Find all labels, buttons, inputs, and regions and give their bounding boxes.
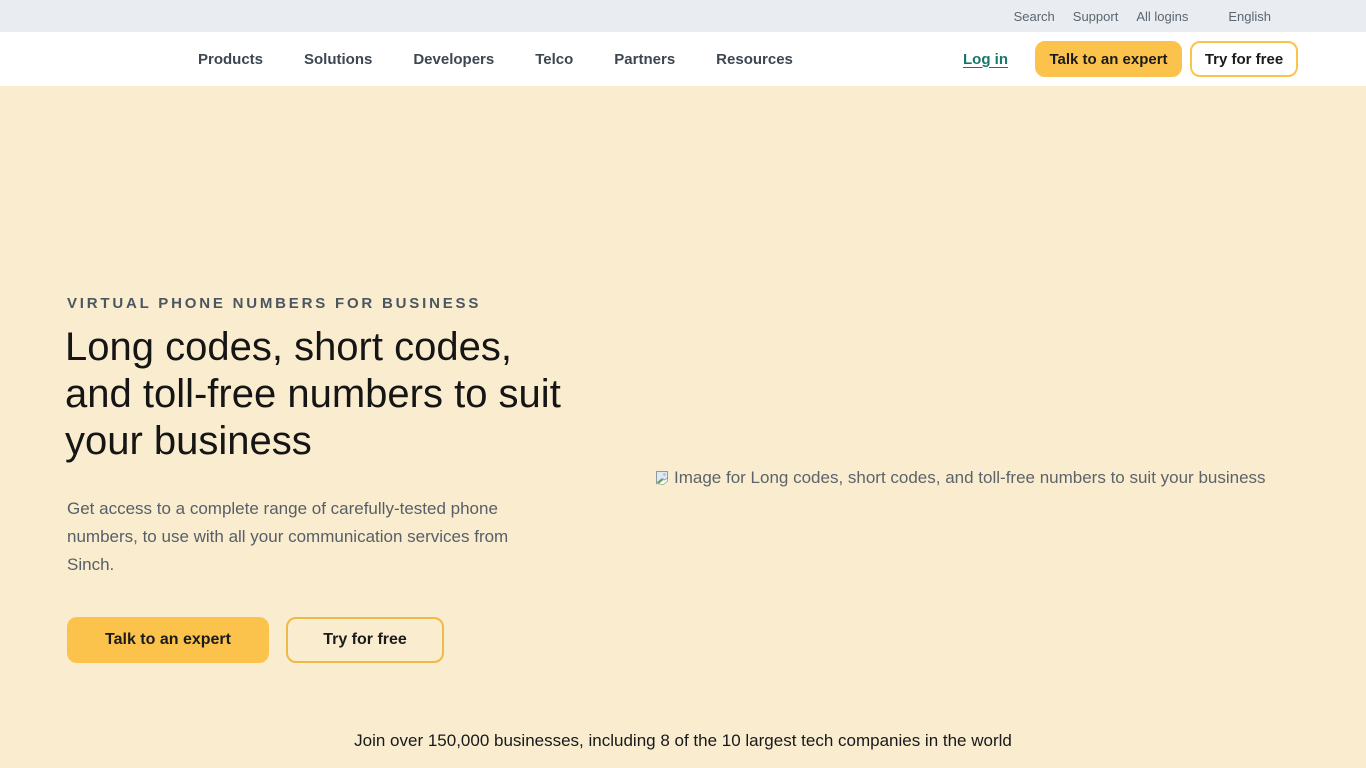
utility-link-all-logins[interactable]: All logins xyxy=(1136,9,1188,24)
nav-actions: Log in Talk to an expert Try for free xyxy=(963,41,1298,77)
hero-section: VIRTUAL PHONE NUMBERS FOR BUSINESS Long … xyxy=(0,86,1366,768)
hero-image-alt-text: Image for Long codes, short codes, and t… xyxy=(674,468,1266,488)
try-for-free-button[interactable]: Try for free xyxy=(1190,41,1298,77)
talk-to-expert-button[interactable]: Talk to an expert xyxy=(1035,41,1182,77)
hero-talk-to-expert-button[interactable]: Talk to an expert xyxy=(67,617,269,663)
language-selector[interactable]: English xyxy=(1228,9,1271,24)
social-proof-text: Join over 150,000 businesses, including … xyxy=(0,731,1366,751)
utility-link-search[interactable]: Search xyxy=(1014,9,1055,24)
nav-links: Products Solutions Developers Telco Part… xyxy=(198,51,834,68)
nav-item-products[interactable]: Products xyxy=(198,51,263,68)
utility-link-support[interactable]: Support xyxy=(1073,9,1119,24)
nav-item-solutions[interactable]: Solutions xyxy=(304,51,372,68)
hero-cta-group: Talk to an expert Try for free xyxy=(67,617,444,663)
login-link[interactable]: Log in xyxy=(963,51,1008,68)
page-title: Long codes, short codes, and toll-free n… xyxy=(65,324,585,465)
hero-image-broken: Image for Long codes, short codes, and t… xyxy=(655,468,1266,488)
broken-image-icon xyxy=(655,470,672,487)
nav-item-telco[interactable]: Telco xyxy=(535,51,573,68)
hero-try-for-free-button[interactable]: Try for free xyxy=(286,617,444,663)
utility-bar: Search Support All logins English xyxy=(0,0,1366,32)
nav-item-developers[interactable]: Developers xyxy=(413,51,494,68)
nav-item-resources[interactable]: Resources xyxy=(716,51,793,68)
main-nav: Products Solutions Developers Telco Part… xyxy=(0,32,1366,86)
hero-paragraph: Get access to a complete range of carefu… xyxy=(67,495,549,579)
page: Search Support All logins English Produc… xyxy=(0,0,1366,768)
nav-item-partners[interactable]: Partners xyxy=(614,51,675,68)
hero-eyebrow: VIRTUAL PHONE NUMBERS FOR BUSINESS xyxy=(67,295,481,312)
